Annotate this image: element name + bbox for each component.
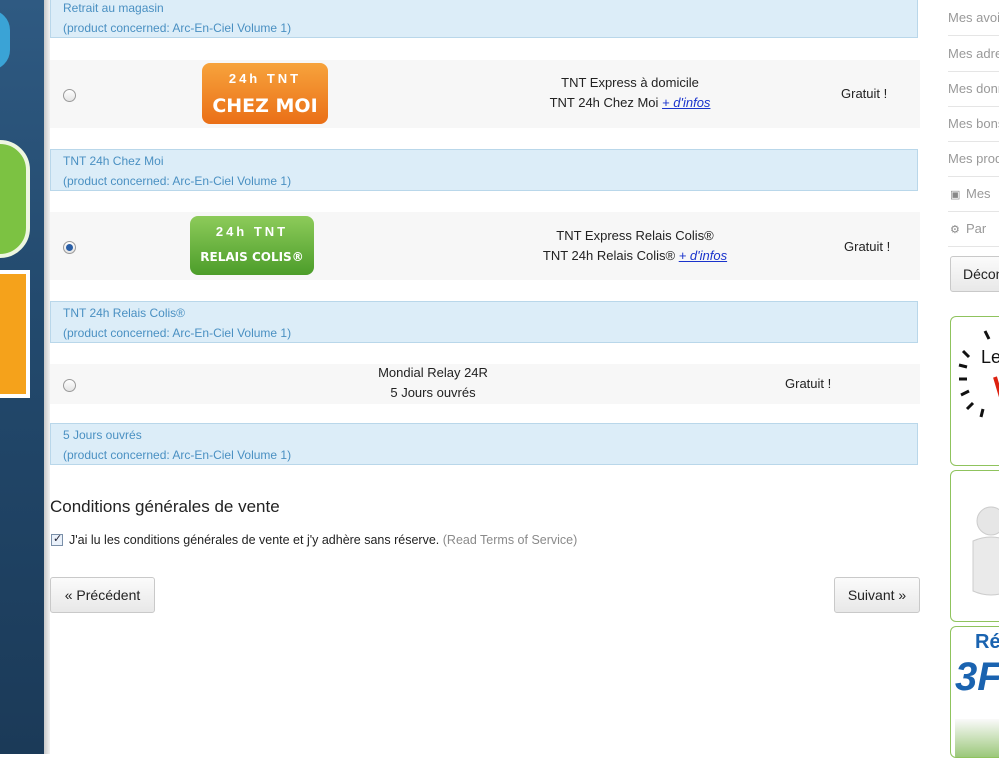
carrier-price: Gratuit ! [785, 376, 832, 391]
sidebar-item-settings[interactable]: ⚙ Par [948, 211, 999, 247]
sidebar-item-donnees[interactable]: Mes données [948, 71, 999, 107]
carrier-radio-chez-moi[interactable] [63, 89, 76, 102]
carrier-radio-relais-colis[interactable] [63, 241, 76, 254]
clock-illustration [958, 330, 999, 418]
carrier-note-mondial-relay: 5 Jours ouvrés (product concerned: Arc-E… [50, 423, 918, 465]
carrier-description: TNT Express Relais Colis® TNT 24h Relais… [542, 228, 728, 263]
promo-banner-clock[interactable]: Le [950, 316, 999, 466]
sidebar-item-adresses[interactable]: Mes adresses [948, 36, 999, 72]
carrier-description: Mondial Relay 24R 5 Jours ouvrés [378, 365, 488, 400]
tnt-chez-moi-logo: 24h TNT CHEZ MOI [202, 63, 328, 124]
carrier-radio-mondial-relay[interactable] [63, 379, 76, 392]
sidebar-item-money[interactable]: ▣ Mes [948, 176, 999, 212]
terms-of-service-link[interactable]: (Read Terms of Service) [443, 533, 578, 547]
logout-button[interactable]: Déconnexion [950, 256, 999, 292]
infos-link[interactable]: + d'infos [662, 95, 710, 110]
carrier-row-chez-moi[interactable]: 24h TNT CHEZ MOI TNT Express à domicile … [50, 60, 920, 128]
promo-banner-figure[interactable] [950, 470, 999, 622]
sidebar-item-avoirs[interactable]: Mes avoirs [948, 0, 999, 36]
terms-title: Conditions générales de vente [50, 497, 280, 516]
sidebar-item-produits[interactable]: Mes produits [948, 141, 999, 177]
carrier-price: Gratuit ! [841, 86, 888, 101]
tnt-relais-colis-logo: 24h TNT RELAIS COLIS® [190, 216, 314, 275]
infos-link[interactable]: + d'infos [679, 248, 727, 263]
carrier-row-mondial-relay[interactable]: Mondial Relay 24R 5 Jours ouvrés Gratuit… [50, 364, 920, 404]
document-illustration [955, 719, 999, 757]
left-background-decoration [0, 0, 44, 754]
person-illustration [972, 506, 999, 596]
sidebar-item-bons[interactable]: Mes bons [948, 106, 999, 142]
carrier-note-pickup: Retrait au magasin (product concerned: A… [50, 0, 918, 38]
gears-icon: ⚙ [950, 224, 960, 236]
promo-banner-3f[interactable]: Ré 3F [950, 626, 999, 758]
account-sidebar: Mes avoirs Mes adresses Mes données Mes … [948, 0, 999, 758]
previous-button[interactable]: « Précédent [50, 577, 155, 613]
terms-label[interactable]: J'ai lu les conditions générales de vent… [69, 533, 577, 547]
money-icon: ▣ [950, 189, 961, 201]
carrier-row-relais-colis[interactable]: 24h TNT RELAIS COLIS® TNT Express Relais… [50, 212, 920, 280]
carrier-description: TNT Express à domicile TNT 24h Chez Moi … [549, 75, 711, 110]
terms-checkbox[interactable] [51, 532, 63, 546]
next-button[interactable]: Suivant » [834, 577, 920, 613]
carrier-note-relais-colis: TNT 24h Relais Colis® (product concerned… [50, 301, 918, 343]
carrier-price: Gratuit ! [844, 239, 891, 254]
carrier-note-chez-moi: TNT 24h Chez Moi (product concerned: Arc… [50, 149, 918, 191]
